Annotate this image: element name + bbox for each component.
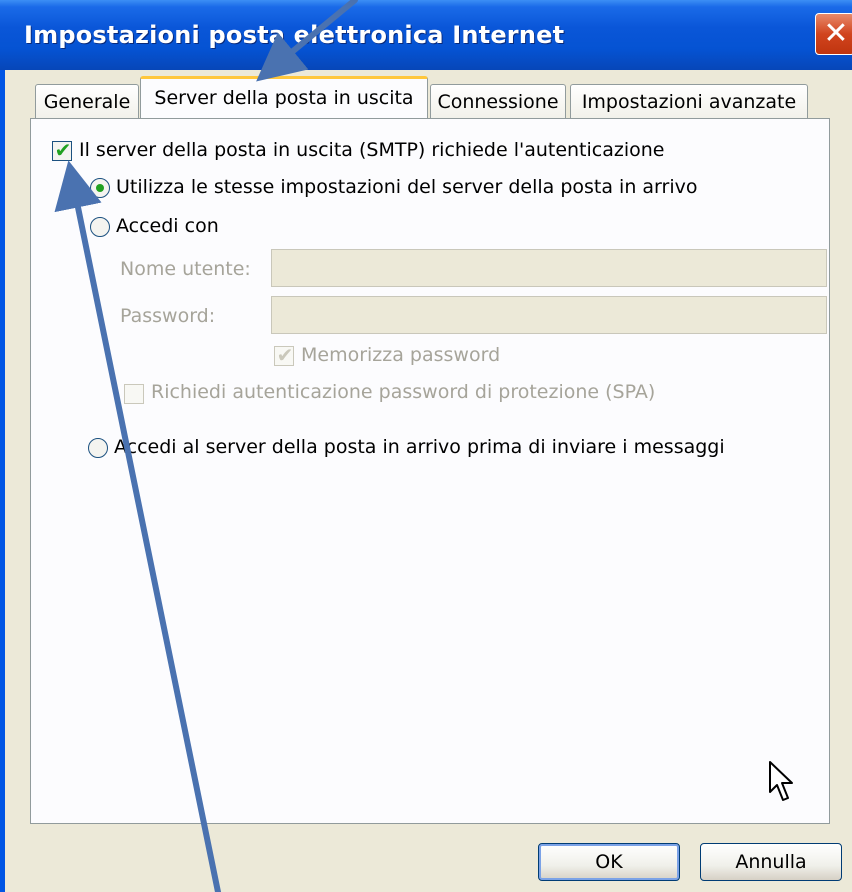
close-icon: ✕ [823, 16, 849, 51]
checkmark-icon: ✔ [54, 138, 72, 162]
login-with-radio[interactable] [90, 217, 110, 237]
radio-selected-dot [96, 184, 104, 192]
checkmark-icon: ✔ [276, 343, 294, 367]
username-field[interactable] [271, 249, 827, 287]
cancel-button[interactable]: Annulla [700, 843, 842, 881]
mouse-pointer-icon [769, 761, 793, 801]
remember-password-checkbox[interactable]: ✔ [274, 343, 294, 367]
password-label: Password: [120, 305, 216, 327]
use-same-settings-label[interactable]: Utilizza le stesse impostazioni del serv… [116, 176, 698, 198]
tab-connessione[interactable]: Connessione [430, 84, 566, 118]
remember-password-label[interactable]: Memorizza password [301, 344, 500, 366]
use-same-settings-radio[interactable] [90, 178, 110, 198]
tab-impostazioni-avanzate[interactable]: Impostazioni avanzate [570, 84, 808, 118]
login-incoming-first-label[interactable]: Accedi al server della posta in arrivo p… [114, 436, 725, 458]
smtp-auth-label[interactable]: Il server della posta in uscita (SMTP) r… [79, 139, 664, 161]
password-field[interactable] [271, 296, 827, 334]
login-with-label[interactable]: Accedi con [116, 215, 219, 237]
tab-generale[interactable]: Generale [35, 84, 139, 118]
window-title: Impostazioni posta elettronica Internet [24, 21, 565, 49]
tab-server-posta-uscita[interactable]: Server della posta in uscita [140, 76, 428, 118]
dialog-window: Impostazioni posta elettronica Internet … [0, 0, 852, 892]
username-label: Nome utente: [120, 258, 251, 280]
close-button[interactable]: ✕ [815, 13, 852, 55]
login-incoming-first-radio[interactable] [88, 438, 108, 458]
title-bar[interactable]: Impostazioni posta elettronica Internet … [0, 0, 852, 70]
smtp-auth-checkbox[interactable]: ✔ [52, 138, 72, 162]
spa-checkbox[interactable] [124, 384, 144, 404]
ok-button[interactable]: OK [538, 843, 680, 881]
spa-label[interactable]: Richiedi autenticazione password di prot… [151, 381, 655, 403]
